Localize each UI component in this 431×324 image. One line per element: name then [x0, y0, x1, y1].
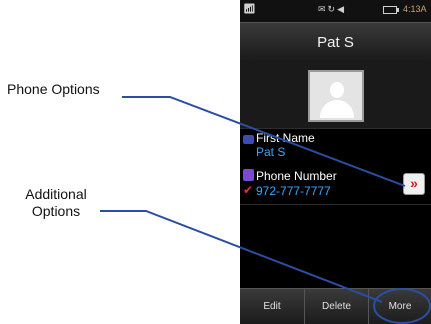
- field-row-first-name[interactable]: First Name Pat S: [240, 128, 431, 166]
- clock-time: 4:13A: [403, 4, 427, 14]
- softkey-bar: Edit Delete More: [240, 288, 431, 324]
- field-label: First Name: [256, 131, 315, 145]
- phone-screen: 📶︎ ✉︎↻◀ 4:13A Pat S First Name Pat S ✔ P…: [240, 0, 431, 324]
- field-row-phone-number[interactable]: ✔ Phone Number 972-777-7777 »: [240, 164, 431, 205]
- more-button[interactable]: More: [369, 289, 431, 324]
- avatar-body-icon: [320, 100, 354, 118]
- contact-photo-area: [240, 62, 431, 128]
- contact-title: Pat S: [317, 34, 354, 51]
- callout-phone-options: Phone Options: [7, 81, 100, 97]
- phone-options-button[interactable]: »: [403, 173, 425, 195]
- edit-button[interactable]: Edit: [240, 289, 305, 324]
- notification-icons: ✉︎↻◀: [318, 4, 347, 14]
- signal-icon: 📶︎: [243, 4, 256, 15]
- status-bar: 📶︎ ✉︎↻◀ 4:13A: [240, 0, 431, 22]
- callout-additional-line1: Additional: [25, 186, 87, 202]
- callout-additional-options: Additional Options: [16, 186, 96, 220]
- contact-photo[interactable]: [308, 70, 364, 122]
- field-label: Phone Number: [256, 169, 337, 183]
- checkmark-icon: ✔: [243, 183, 254, 197]
- callout-additional-line2: Options: [31, 203, 81, 219]
- delete-button[interactable]: Delete: [305, 289, 369, 324]
- avatar-head-icon: [330, 82, 344, 98]
- contact-card-icon: [243, 135, 254, 144]
- field-value: 972-777-7777: [256, 184, 331, 198]
- battery-icon: [383, 6, 399, 14]
- phone-icon: [243, 169, 254, 181]
- field-value: Pat S: [256, 145, 286, 159]
- title-bar: Pat S: [240, 22, 431, 63]
